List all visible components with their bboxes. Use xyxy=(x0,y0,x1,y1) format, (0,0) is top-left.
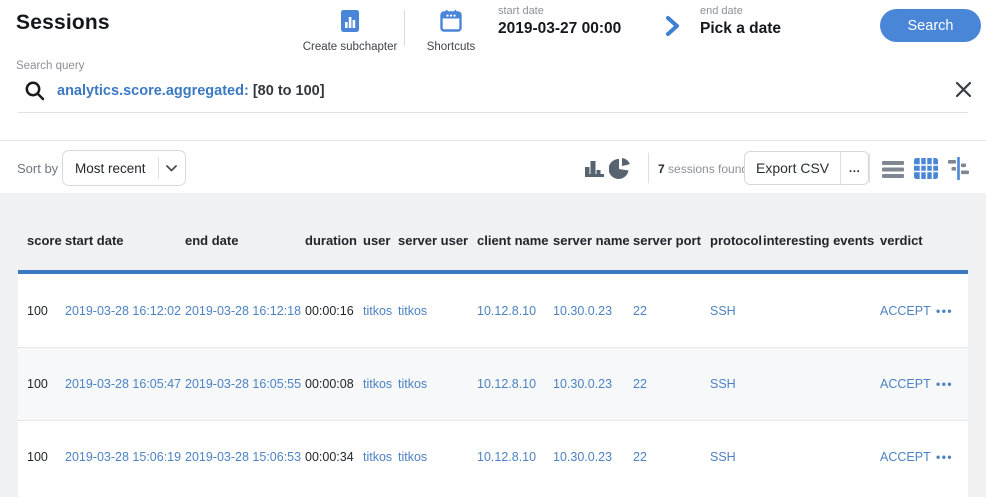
cell-server-user[interactable]: titkos xyxy=(398,377,477,391)
table-view-icon[interactable] xyxy=(914,158,938,184)
cell-server-user[interactable]: titkos xyxy=(398,304,477,318)
results-count-text: 7 sessions found xyxy=(658,162,748,176)
cell-server-user[interactable]: titkos xyxy=(398,450,477,464)
bar-chart-view-icon[interactable] xyxy=(584,159,605,184)
column-header-client-name[interactable]: client name xyxy=(477,233,553,248)
end-date-label: end date xyxy=(700,5,781,17)
cell-server-port[interactable]: 22 xyxy=(633,304,710,318)
cell-score: 100 xyxy=(27,304,65,318)
shortcuts-label: Shortcuts xyxy=(396,41,506,53)
toolbar-divider-2 xyxy=(869,153,870,183)
cell-duration: 00:00:08 xyxy=(305,377,363,391)
cell-user[interactable]: titkos xyxy=(363,450,398,464)
export-button-group: Export CSV … xyxy=(744,151,869,185)
cell-client-name[interactable]: 10.12.8.10 xyxy=(477,377,553,391)
table-row[interactable]: 100 2019-03-28 16:05:47 2019-03-28 16:05… xyxy=(18,347,968,420)
search-query-label: Search query xyxy=(16,60,84,72)
results-label: sessions found xyxy=(665,162,748,176)
query-value-token[interactable]: [80 to 100] xyxy=(249,83,325,99)
search-icon xyxy=(24,80,46,107)
column-header-server-port[interactable]: server port xyxy=(633,233,710,248)
search-query-input[interactable]: analytics.score.aggregated: [80 to 100] xyxy=(57,83,325,99)
cell-score: 100 xyxy=(27,450,65,464)
export-more-icon[interactable]: … xyxy=(841,161,868,175)
sessions-table: 100 2019-03-28 16:12:02 2019-03-28 16:12… xyxy=(18,274,968,497)
close-icon[interactable] xyxy=(955,81,972,103)
cell-protocol[interactable]: SSH xyxy=(710,377,763,391)
cell-protocol[interactable]: SSH xyxy=(710,304,763,318)
row-more-icon[interactable]: ••• xyxy=(936,377,968,391)
cell-server-name[interactable]: 10.30.0.23 xyxy=(553,304,633,318)
list-view-icon[interactable] xyxy=(882,161,904,183)
create-subchapter-label: Create subchapter xyxy=(295,41,405,53)
start-date-picker[interactable]: start date 2019-03-27 00:00 xyxy=(498,5,621,38)
row-more-icon[interactable]: ••• xyxy=(936,450,968,464)
column-header-protocol[interactable]: protocol xyxy=(710,233,763,248)
column-header-score[interactable]: score xyxy=(27,233,65,248)
shortcuts-button[interactable]: Shortcuts xyxy=(396,9,506,53)
timeline-view-icon[interactable] xyxy=(947,157,970,185)
export-csv-button[interactable]: Export CSV xyxy=(745,160,840,176)
table-row[interactable]: 100 2019-03-28 16:12:02 2019-03-28 16:12… xyxy=(18,274,968,347)
create-subchapter-button[interactable]: Create subchapter xyxy=(295,9,405,53)
toolbar-top-divider xyxy=(0,140,986,141)
cell-client-name[interactable]: 10.12.8.10 xyxy=(477,304,553,318)
table-header-row: score start date end date duration user … xyxy=(18,224,968,256)
start-date-value[interactable]: 2019-03-27 00:00 xyxy=(498,20,621,38)
cell-start-date[interactable]: 2019-03-28 16:12:02 xyxy=(65,304,185,318)
bar-chart-document-icon xyxy=(338,9,362,38)
chevron-right-icon xyxy=(662,14,684,43)
search-section-divider xyxy=(18,112,968,113)
pie-chart-view-icon[interactable] xyxy=(609,157,631,184)
cell-start-date[interactable]: 2019-03-28 15:06:19 xyxy=(65,450,185,464)
cell-server-port[interactable]: 22 xyxy=(633,377,710,391)
cell-score: 100 xyxy=(27,377,65,391)
cell-duration: 00:00:16 xyxy=(305,304,363,318)
end-date-picker[interactable]: end date Pick a date xyxy=(700,5,781,38)
cell-end-date[interactable]: 2019-03-28 15:06:53 xyxy=(185,450,305,464)
sort-by-label: Sort by xyxy=(17,161,58,176)
end-date-value[interactable]: Pick a date xyxy=(700,20,781,38)
cell-server-name[interactable]: 10.30.0.23 xyxy=(553,377,633,391)
start-date-label: start date xyxy=(498,5,621,17)
sort-selected-value: Most recent xyxy=(63,161,158,176)
cell-client-name[interactable]: 10.12.8.10 xyxy=(477,450,553,464)
column-header-user[interactable]: user xyxy=(363,233,398,248)
column-header-interesting-events[interactable]: interesting events xyxy=(763,233,880,248)
column-header-end-date[interactable]: end date xyxy=(185,233,305,248)
cell-start-date[interactable]: 2019-03-28 16:05:47 xyxy=(65,377,185,391)
cell-verdict[interactable]: ACCEPT xyxy=(880,450,936,464)
column-header-start-date[interactable]: start date xyxy=(65,233,185,248)
cell-server-port[interactable]: 22 xyxy=(633,450,710,464)
column-header-duration[interactable]: duration xyxy=(305,233,363,248)
cell-verdict[interactable]: ACCEPT xyxy=(880,377,936,391)
column-header-server-user[interactable]: server user xyxy=(398,233,477,248)
cell-server-name[interactable]: 10.30.0.23 xyxy=(553,450,633,464)
toolbar-divider-1 xyxy=(648,153,649,183)
sort-dropdown[interactable]: Most recent xyxy=(62,150,186,186)
query-field-token[interactable]: analytics.score.aggregated: xyxy=(57,83,249,99)
search-button[interactable]: Search xyxy=(880,9,981,42)
cell-protocol[interactable]: SSH xyxy=(710,450,763,464)
page-title: Sessions xyxy=(16,11,110,35)
cell-end-date[interactable]: 2019-03-28 16:05:55 xyxy=(185,377,305,391)
cell-user[interactable]: titkos xyxy=(363,377,398,391)
calendar-icon xyxy=(439,9,463,38)
column-header-verdict[interactable]: verdict xyxy=(880,233,936,248)
cell-end-date[interactable]: 2019-03-28 16:12:18 xyxy=(185,304,305,318)
chevron-down-icon xyxy=(159,165,185,172)
column-header-server-name[interactable]: server name xyxy=(553,233,633,248)
cell-user[interactable]: titkos xyxy=(363,304,398,318)
table-row[interactable]: 100 2019-03-28 15:06:19 2019-03-28 15:06… xyxy=(18,420,968,493)
results-count: 7 xyxy=(658,162,665,176)
cell-duration: 00:00:34 xyxy=(305,450,363,464)
row-more-icon[interactable]: ••• xyxy=(936,304,968,318)
cell-verdict[interactable]: ACCEPT xyxy=(880,304,936,318)
